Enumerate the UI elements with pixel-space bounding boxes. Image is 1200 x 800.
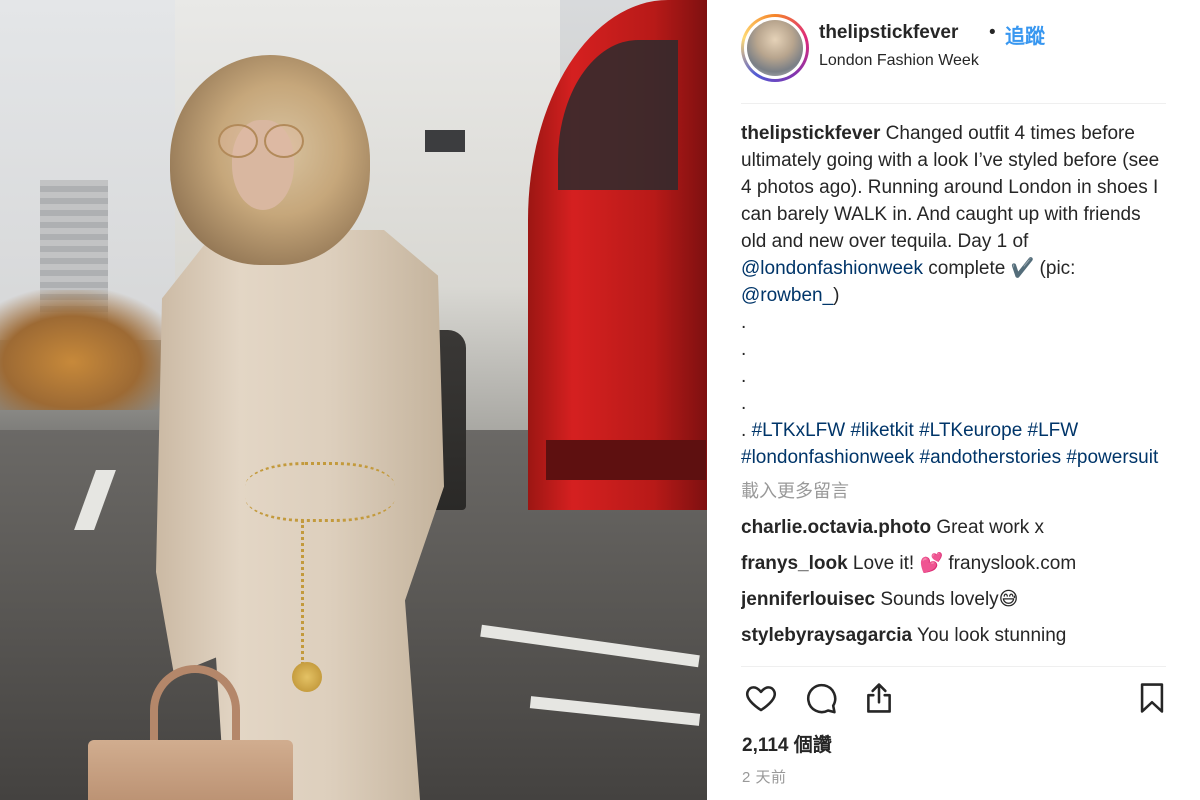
avatar[interactable] xyxy=(741,14,809,82)
like-button[interactable] xyxy=(741,676,781,720)
comment-text: Love it! 💕 franyslook.com xyxy=(847,553,1077,574)
caption-dot: . xyxy=(741,393,747,414)
hashtag-link[interactable]: #londonfashionweek xyxy=(741,447,914,468)
comment-username[interactable]: franys_look xyxy=(741,553,848,574)
follow-button[interactable]: 追蹤 xyxy=(1005,20,1045,49)
mention-link[interactable]: @rowben_ xyxy=(741,285,833,306)
caption: thelipstickfever Changed outfit 4 times … xyxy=(741,120,1169,471)
photo-chain xyxy=(280,520,304,665)
caption-dot: . xyxy=(741,339,747,360)
comment-item: jenniferlouisec Sounds lovely😅 xyxy=(741,582,1169,618)
avatar-frame xyxy=(744,17,806,79)
hashtag-link[interactable]: #LFW xyxy=(1028,420,1079,441)
comment-text: You look stunning xyxy=(912,625,1067,646)
photo-sunglasses xyxy=(218,124,308,160)
comment-item: stylebyraysagarcia You look stunning xyxy=(741,618,1169,654)
avatar-image xyxy=(747,20,803,76)
header-separator: • xyxy=(989,22,996,43)
comment-text: Great work x xyxy=(931,517,1045,538)
action-bar xyxy=(741,676,1166,720)
comment-username[interactable]: jenniferlouisec xyxy=(741,589,875,610)
hashtags: . #LTKxLFW #liketkit #LTKeurope #LFW #lo… xyxy=(741,417,1169,471)
hashtag-link[interactable]: #powersuit xyxy=(1066,447,1158,468)
save-button[interactable] xyxy=(1132,676,1172,720)
mention-link[interactable]: @londonfashionweek xyxy=(741,258,923,279)
photo-medallion xyxy=(292,662,322,692)
post-header: thelipstickfever • 追蹤 London Fashion Wee… xyxy=(741,14,1166,104)
photo-chain-belt xyxy=(245,462,395,522)
comment-username[interactable]: charlie.octavia.photo xyxy=(741,517,931,538)
share-button[interactable] xyxy=(859,676,899,720)
share-icon xyxy=(867,683,891,713)
comment-item: franys_look Love it! 💕 franyslook.com xyxy=(741,546,1169,582)
hashtag-link[interactable]: #liketkit xyxy=(850,420,913,441)
post-side-panel: thelipstickfever • 追蹤 London Fashion Wee… xyxy=(707,0,1200,800)
comment-bubble-icon xyxy=(807,683,837,714)
bookmark-icon xyxy=(1140,683,1164,713)
hashtag-lead: . xyxy=(741,420,752,441)
location-link[interactable]: London Fashion Week xyxy=(819,52,979,70)
photo-trees xyxy=(0,290,180,410)
hashtag-link[interactable]: #LTKxLFW xyxy=(752,420,846,441)
comment-button[interactable] xyxy=(801,676,841,720)
caption-text: ) xyxy=(833,285,840,306)
caption-dot: . xyxy=(741,312,747,333)
comment-item: charlie.octavia.photo Great work x xyxy=(741,510,1169,546)
comment-text: Sounds lovely😅 xyxy=(875,589,1019,610)
caption-text: complete ✔️ (pic: xyxy=(922,258,1076,279)
load-more-comments-button[interactable]: 載入更多留言 xyxy=(741,473,1169,510)
hashtag-link[interactable]: #LTKeurope xyxy=(919,420,1022,441)
caption-dot: . xyxy=(741,366,747,387)
likes-count[interactable]: 2,114 個讚 xyxy=(742,730,832,757)
comment-username[interactable]: stylebyraysagarcia xyxy=(741,625,912,646)
caption-username[interactable]: thelipstickfever xyxy=(741,123,880,144)
actions-divider xyxy=(741,666,1166,667)
photo-handbag xyxy=(88,740,293,800)
comments-section[interactable]: thelipstickfever Changed outfit 4 times … xyxy=(741,120,1169,665)
hashtag-link[interactable]: #andotherstories xyxy=(920,447,1062,468)
username-link[interactable]: thelipstickfever xyxy=(819,22,958,44)
post-photo[interactable] xyxy=(0,0,707,800)
post-timestamp[interactable]: 2 天前 xyxy=(742,766,787,787)
heart-icon xyxy=(746,686,776,712)
